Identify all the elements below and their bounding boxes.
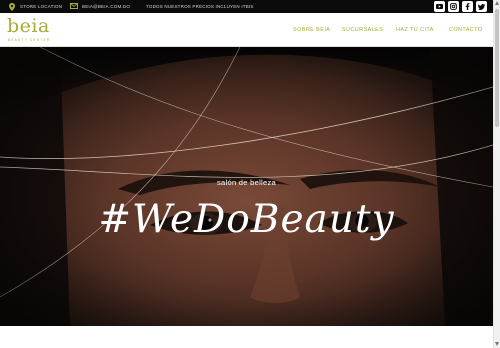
instagram-icon[interactable]: [448, 1, 459, 12]
scrollbar-thumb[interactable]: [495, 9, 499, 127]
hero-banner: salón de belleza #WeDoBeauty: [0, 47, 493, 326]
hero-tagline: #WeDoBeauty: [98, 197, 395, 242]
top-info-bar: STORE LOCATION BEIA@BEIA.COM.DO TODOS NU…: [0, 0, 493, 13]
logo-subtitle: BEAUTY CENTER: [8, 38, 51, 42]
price-notice: TODOS NUESTROS PRECIOS INCLUYEN ITBIS: [146, 4, 254, 9]
store-location-link[interactable]: STORE LOCATION: [20, 4, 62, 9]
nav-item-sobre-beia[interactable]: SOBRE BEIA: [293, 27, 330, 33]
facebook-icon[interactable]: [462, 1, 473, 12]
scroll-up-icon[interactable]: [495, 1, 499, 5]
twitter-icon[interactable]: [476, 1, 487, 12]
nav-item-sucursales[interactable]: SUCURSALES: [342, 27, 383, 33]
mail-icon: [70, 3, 78, 9]
main-header: beia BEAUTY CENTER SOBRE BEIA SUCURSALES…: [0, 13, 493, 47]
social-links: [434, 1, 487, 12]
below-fold: [0, 326, 493, 348]
nav-item-contacto[interactable]: CONTACTO: [449, 27, 483, 33]
hero-kicker: salón de belleza: [216, 178, 276, 187]
location-pin-icon: [9, 3, 15, 11]
page: STORE LOCATION BEIA@BEIA.COM.DO TODOS NU…: [0, 0, 500, 348]
nav-item-haz-tu-cita[interactable]: HAZ TU CITA: [396, 27, 434, 33]
youtube-icon[interactable]: [434, 1, 445, 12]
email-link[interactable]: BEIA@BEIA.COM.DO: [82, 4, 130, 9]
page-scrollbar[interactable]: [493, 0, 500, 348]
scroll-down-icon[interactable]: [495, 342, 499, 346]
main-nav: SOBRE BEIA SUCURSALES HAZ TU CITA CONTAC…: [0, 27, 493, 35]
